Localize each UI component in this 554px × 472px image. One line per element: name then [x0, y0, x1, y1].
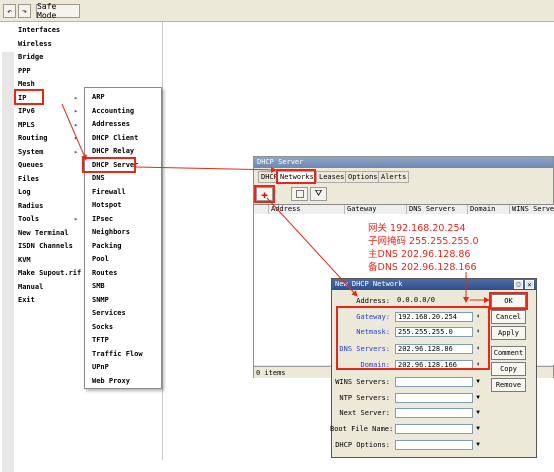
arrow-dhcp-to-networks — [135, 166, 277, 173]
arrow-add-to-newwin — [266, 197, 358, 297]
arrow-ip-to-dhcp — [61, 103, 87, 161]
annotation-arrows — [61, 103, 490, 303]
